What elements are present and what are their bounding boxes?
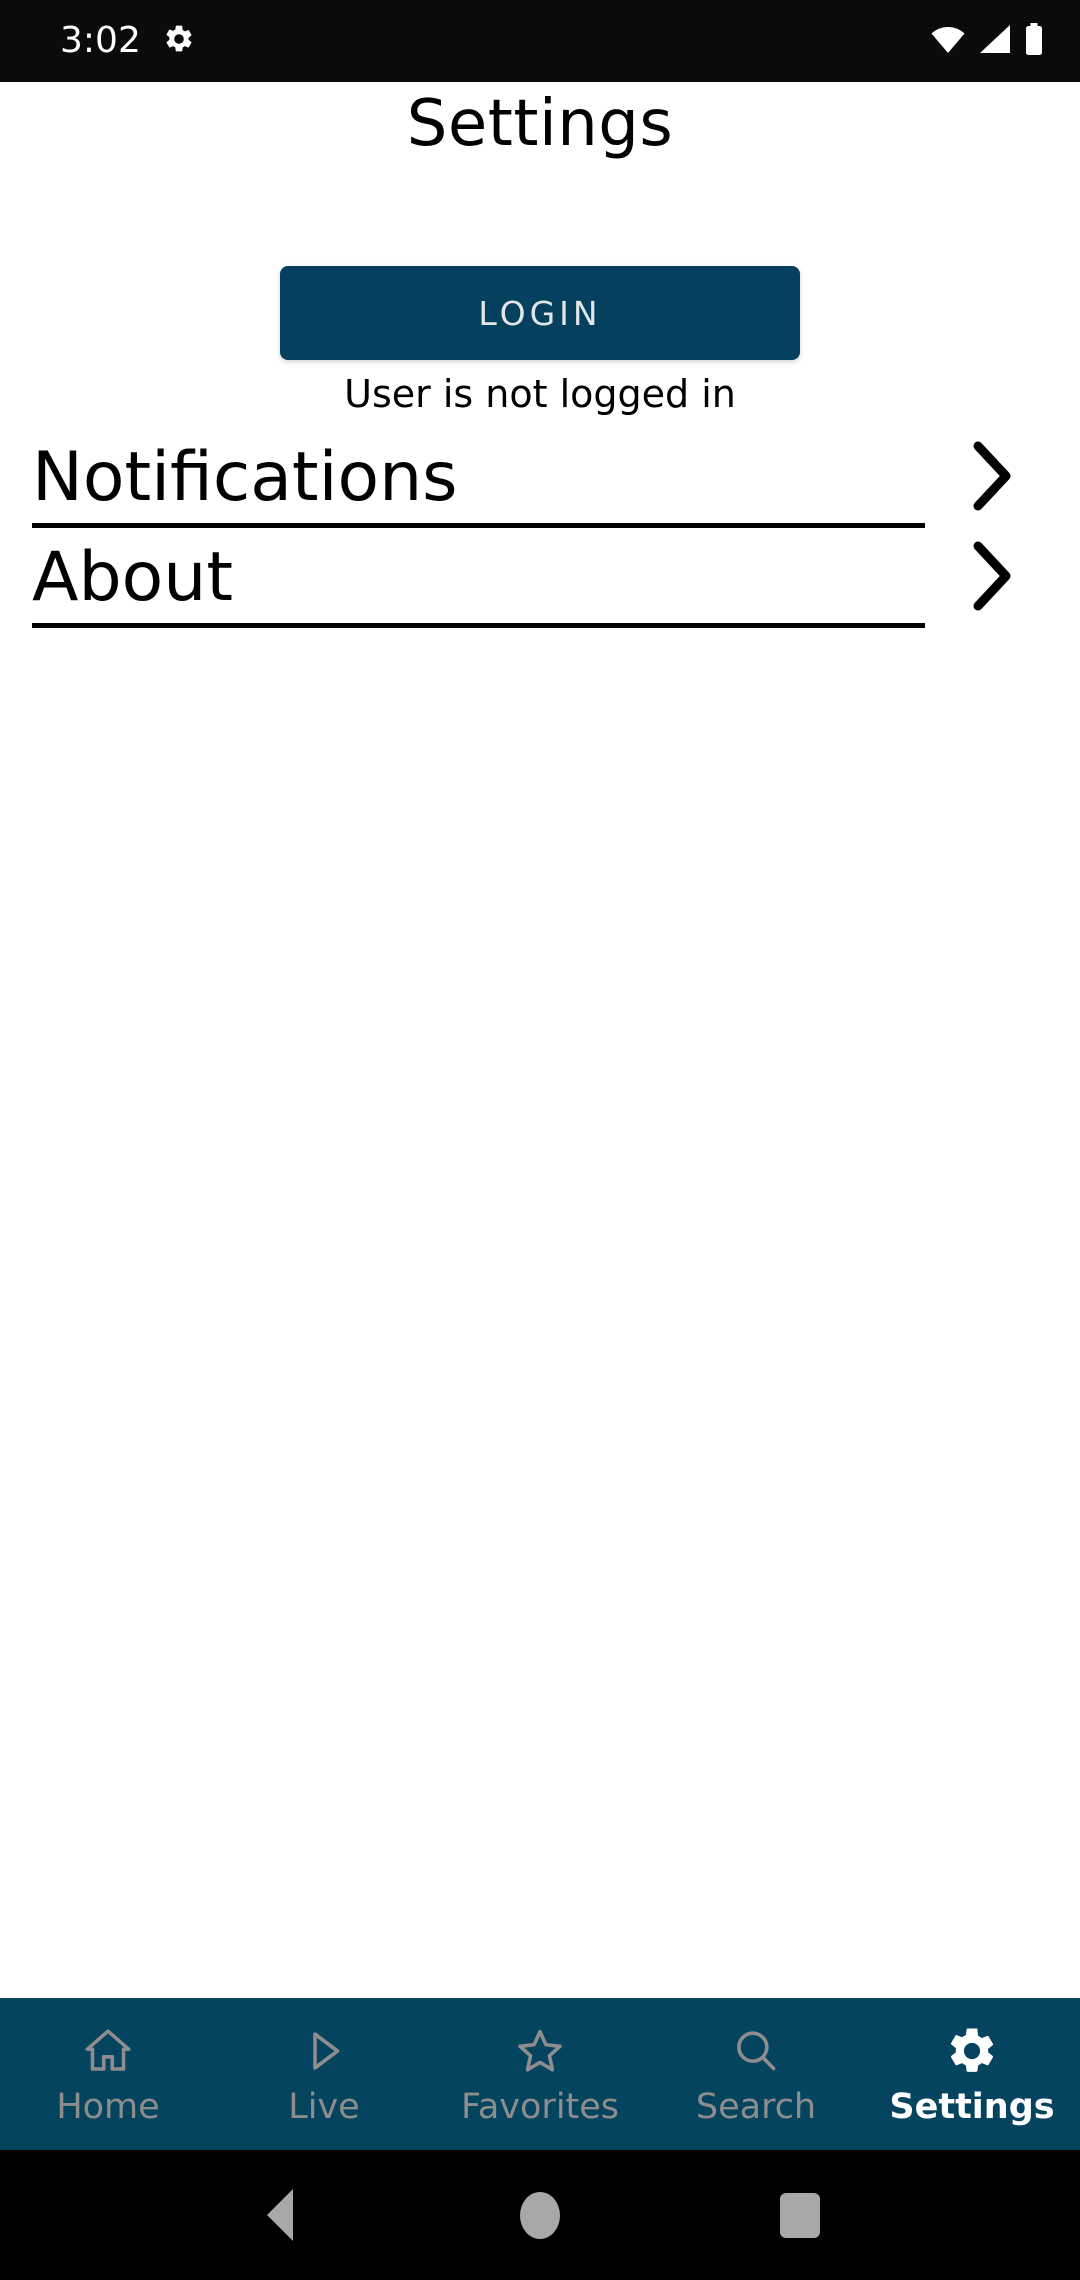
login-button[interactable]: LOGIN bbox=[280, 266, 800, 360]
login-section: LOGIN bbox=[0, 266, 1080, 360]
status-bar-right bbox=[930, 23, 1044, 59]
login-status-text: User is not logged in bbox=[344, 372, 736, 416]
settings-row-divider bbox=[32, 622, 925, 628]
wifi-icon bbox=[930, 24, 966, 58]
tab-home[interactable]: Home bbox=[0, 1998, 216, 2150]
status-bar: 3:02 bbox=[0, 0, 1080, 82]
settings-row-about[interactable]: About bbox=[0, 528, 1080, 628]
recents-button[interactable] bbox=[670, 2192, 930, 2238]
gear-icon bbox=[945, 2024, 999, 2082]
tab-favorites[interactable]: Favorites bbox=[432, 1998, 648, 2150]
tab-label-favorites: Favorites bbox=[460, 2086, 620, 2127]
chevron-right-icon bbox=[966, 438, 1018, 518]
tab-label-search: Search bbox=[695, 2086, 817, 2127]
tab-label-live: Live bbox=[288, 2086, 360, 2127]
back-button[interactable] bbox=[150, 2189, 410, 2241]
chevron-right-icon bbox=[966, 538, 1018, 618]
page-title: Settings bbox=[406, 87, 674, 161]
settings-content: Settings LOGIN User is not logged in Not… bbox=[0, 82, 1080, 1998]
cellular-signal-icon bbox=[978, 24, 1012, 58]
tab-search[interactable]: Search bbox=[648, 1998, 864, 2150]
status-bar-left: 3:02 bbox=[60, 23, 195, 59]
star-icon bbox=[513, 2024, 567, 2082]
home-circle-icon bbox=[520, 2191, 560, 2239]
back-triangle-icon bbox=[267, 2189, 293, 2241]
tab-live[interactable]: Live bbox=[216, 1998, 432, 2150]
tab-label-home: Home bbox=[56, 2086, 160, 2127]
battery-icon bbox=[1024, 23, 1044, 59]
play-icon bbox=[297, 2024, 351, 2082]
settings-row-label: About bbox=[32, 537, 234, 617]
home-icon bbox=[81, 2024, 135, 2082]
settings-list: Notifications About bbox=[0, 428, 1080, 628]
settings-row-label: Notifications bbox=[32, 437, 458, 517]
tab-label-settings: Settings bbox=[889, 2086, 1055, 2127]
system-navigation-bar bbox=[0, 2150, 1080, 2280]
app-screen: 3:02 Settings LOGIN User is not logged i… bbox=[0, 0, 1080, 2280]
search-icon bbox=[729, 2024, 783, 2082]
home-button[interactable] bbox=[410, 2191, 670, 2239]
tab-settings[interactable]: Settings bbox=[864, 1998, 1080, 2150]
recents-square-icon bbox=[780, 2192, 820, 2238]
settings-row-notifications[interactable]: Notifications bbox=[0, 428, 1080, 528]
gear-icon bbox=[163, 23, 195, 59]
bottom-tab-bar: Home Live Favorites Search Settings bbox=[0, 1998, 1080, 2150]
status-bar-clock: 3:02 bbox=[60, 20, 141, 61]
